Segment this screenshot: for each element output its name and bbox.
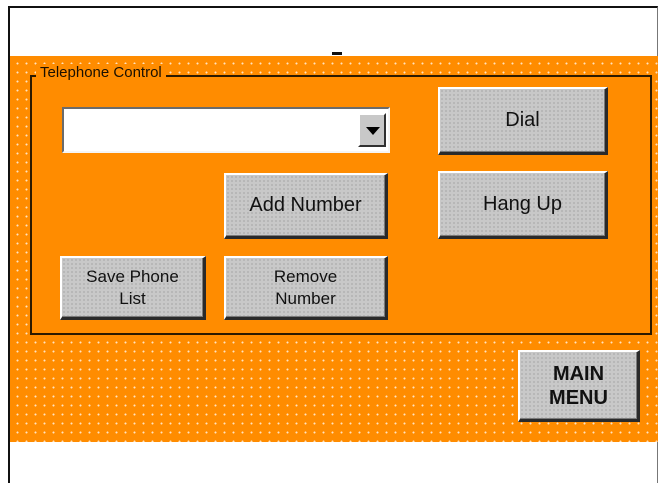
combo-dropdown-button[interactable] [358,113,386,147]
main-menu-button[interactable]: MAIN MENU [518,350,640,422]
main-menu-label-line2: MENU [549,386,608,409]
phone-number-combo[interactable] [62,107,390,153]
main-menu-label-line1: MAIN [552,362,605,385]
remove-number-label-line2: Number [275,288,336,308]
add-number-button[interactable]: Add Number [224,173,388,239]
save-phone-list-label-line2: List [119,288,146,308]
save-phone-list-label-line1: Save Phone [86,266,179,286]
group-label: Telephone Control [36,64,166,82]
remove-number-button[interactable]: Remove Number [224,256,388,320]
title-mark [332,52,342,55]
save-phone-list-button[interactable]: Save Phone List [60,256,206,320]
dial-button-label: Dial [505,109,540,131]
dial-button[interactable]: Dial [438,87,608,155]
hang-up-button-label: Hang Up [483,193,562,215]
remove-number-label-line1: Remove [273,266,338,286]
chevron-down-icon [366,127,380,135]
hang-up-button[interactable]: Hang Up [438,171,608,239]
add-number-button-label: Add Number [249,194,362,216]
telephone-form: Telephone Control Dial Hang Up Add Numbe… [10,56,658,442]
